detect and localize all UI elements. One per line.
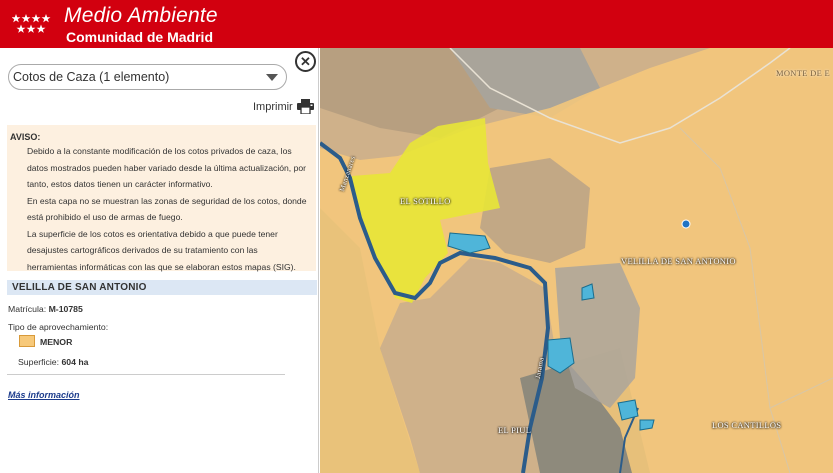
notice-title: AVISO:	[10, 132, 41, 142]
close-icon: ✕	[300, 53, 311, 69]
superficie-field: Superficie: 604 ha	[18, 357, 89, 367]
map-label-monte: MONTE DE E	[776, 68, 830, 78]
map-canvas[interactable]	[320, 48, 833, 473]
legend-swatch	[19, 335, 35, 347]
map-label-el-sotillo: EL SOTILLO	[400, 196, 451, 206]
app-header: Medio Ambiente Comunidad de Madrid	[0, 0, 833, 48]
superficie-label: Superficie:	[18, 357, 60, 367]
print-label: Imprimir	[253, 100, 293, 113]
aprovechamiento-value: MENOR	[40, 337, 73, 347]
printer-icon	[296, 99, 314, 114]
notice-paragraph: Debido a la constante modificación de lo…	[27, 146, 306, 189]
divider	[7, 374, 285, 375]
matricula-value: M-10785	[48, 304, 83, 314]
superficie-value: 604 ha	[61, 357, 89, 367]
madrid-stars-icon	[12, 14, 51, 33]
chevron-down-icon	[266, 74, 278, 81]
matricula-field: Matrícula: M-10785	[8, 304, 83, 314]
info-panel: ✕ Cotos de Caza (1 elemento) Imprimir AV…	[0, 48, 319, 473]
notice-box: AVISO: Debido a la constante modificació…	[7, 125, 316, 272]
layer-select-value: Cotos de Caza (1 elemento)	[13, 70, 170, 84]
notice-paragraph: La superficie de los cotos es orientativ…	[27, 228, 296, 272]
notice-paragraph: En esta capa no se muestran las zonas de…	[27, 195, 307, 223]
map-label-el-piul: EL PIUL	[498, 425, 532, 435]
map-label-los-cantillos: LOS CANTILLOS	[712, 420, 782, 430]
close-panel-button[interactable]: ✕	[295, 51, 316, 72]
app-subtitle: Comunidad de Madrid	[66, 29, 213, 45]
app-title: Medio Ambiente	[64, 4, 218, 27]
print-button[interactable]: Imprimir	[253, 99, 314, 114]
layer-select[interactable]: Cotos de Caza (1 elemento)	[8, 64, 287, 90]
map-label-velilla: VELILLA DE SAN ANTONIO	[621, 256, 736, 266]
map-view[interactable]: EL SOTILLO VELILLA DE SAN ANTONIO MONTE …	[320, 48, 833, 473]
matricula-label: Matrícula:	[8, 304, 47, 314]
more-info-link[interactable]: Más información	[8, 390, 80, 400]
aprovechamiento-label: Tipo de aprovechamiento:	[8, 322, 109, 332]
result-title: VELILLA DE SAN ANTONIO	[7, 280, 317, 295]
